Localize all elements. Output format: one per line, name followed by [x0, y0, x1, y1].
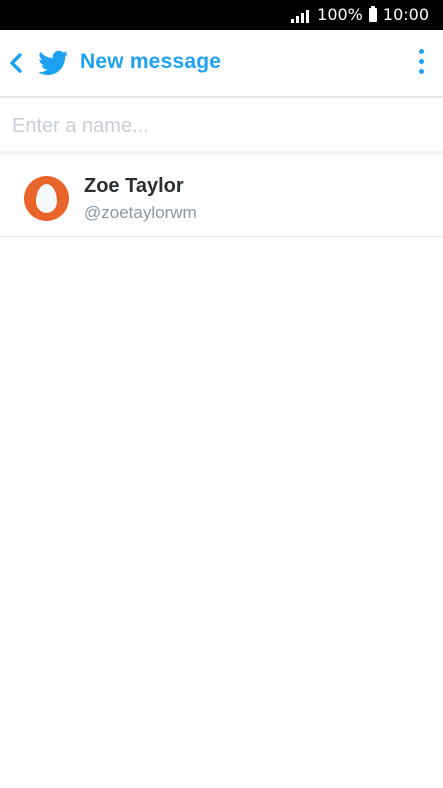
twitter-bird-icon [37, 48, 69, 78]
battery-icon [368, 6, 377, 22]
search-bar [0, 100, 443, 155]
signal-icon [291, 7, 310, 23]
overflow-menu-icon[interactable] [411, 46, 431, 82]
app-bar: New message [0, 30, 443, 98]
status-bar: 100% 10:00 [0, 0, 443, 30]
name-search-input[interactable] [10, 100, 434, 152]
user-name: Zoe Taylor [84, 175, 184, 197]
page-title: New message [80, 50, 222, 73]
default-egg-avatar-icon [24, 176, 69, 221]
user-handle: @zoetaylorwm [84, 203, 197, 222]
back-arrow-icon[interactable] [6, 50, 26, 76]
clock: 10:00 [382, 5, 429, 24]
list-item[interactable]: Zoe Taylor @zoetaylorwm [0, 159, 443, 237]
battery-percent: 100% [317, 5, 363, 24]
